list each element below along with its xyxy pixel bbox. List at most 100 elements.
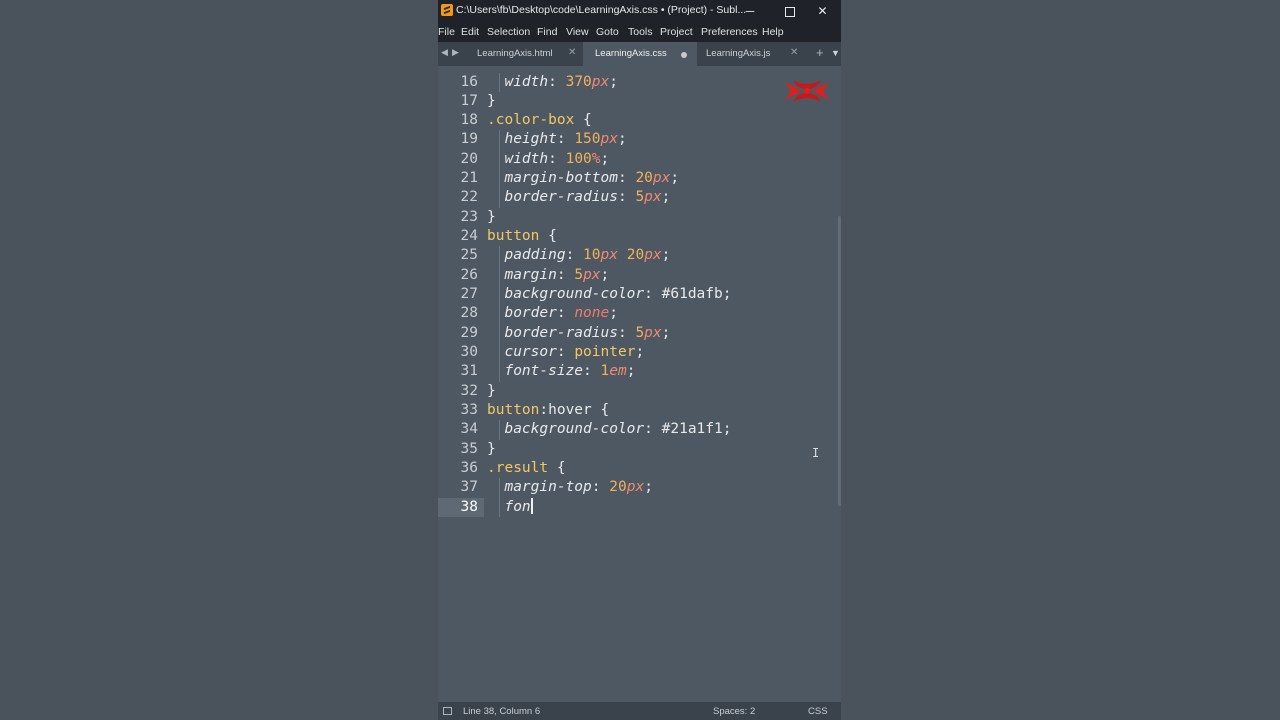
line-number: 33: [460, 401, 478, 418]
tab-next-icon[interactable]: ▶: [452, 47, 459, 58]
title-bar[interactable]: C:\Users\fb\Desktop\code\LearningAxis.cs…: [438, 0, 841, 22]
code-token: {: [539, 228, 557, 245]
indent-guide: [499, 188, 500, 208]
panel-toggle-icon[interactable]: [443, 707, 452, 715]
code-line[interactable]: 23}: [438, 208, 841, 227]
code-token: .color-box: [487, 112, 575, 129]
code-token: height: [504, 131, 557, 148]
code-text: button:hover {: [487, 401, 609, 420]
code-token: button: [487, 401, 540, 418]
indent-guide: [499, 130, 500, 150]
indent-guide: [499, 265, 500, 285]
code-text: fon: [487, 497, 533, 517]
code-line[interactable]: 22 border-radius: 5px;: [438, 188, 841, 208]
menu-goto[interactable]: Goto: [596, 26, 619, 38]
code-token: ;: [661, 324, 671, 341]
code-token: 5: [574, 266, 584, 283]
code-line[interactable]: 16 width: 370px;: [438, 72, 841, 92]
tab-dropdown-icon[interactable]: ▼: [831, 48, 840, 58]
code-token: px: [626, 479, 645, 496]
code-line[interactable]: 20 width: 100%;: [438, 149, 841, 170]
code-token: }: [487, 92, 496, 109]
code-line[interactable]: 28 border: none;: [438, 304, 841, 324]
tab-label: LearningAxis.js: [706, 48, 771, 59]
minimize-button[interactable]: ─: [730, 0, 770, 22]
close-button[interactable]: ✕: [804, 0, 841, 22]
code-text: .result {: [487, 459, 566, 478]
menu-tools[interactable]: Tools: [628, 26, 653, 38]
tab-learningaxis-html[interactable]: LearningAxis.html ✕: [464, 42, 582, 66]
code-line[interactable]: 25 padding: 10px 20px;: [438, 246, 841, 266]
menu-help[interactable]: Help: [762, 26, 784, 38]
code-text: background-color: #21a1f1;: [487, 420, 731, 439]
code-line[interactable]: 27 background-color: #61dafb;: [438, 285, 841, 305]
tab-close-icon[interactable]: ✕: [568, 47, 576, 58]
code-line[interactable]: 35}: [438, 440, 841, 459]
code-line[interactable]: 29 border-radius: 5px;: [438, 323, 841, 343]
line-number: 20: [460, 150, 478, 167]
code-token: :: [644, 286, 662, 303]
code-token: px: [644, 324, 662, 341]
tab-prev-icon[interactable]: ◀: [441, 47, 448, 58]
syntax-selector[interactable]: CSS: [808, 706, 828, 717]
code-token: cursor: [504, 343, 557, 360]
menu-view[interactable]: View: [566, 26, 589, 38]
menu-file[interactable]: File: [438, 26, 455, 38]
menu-find[interactable]: Find: [537, 26, 557, 38]
code-token: px: [600, 131, 618, 148]
line-number: 30: [460, 343, 478, 360]
code-token: }: [487, 208, 496, 225]
code-editor[interactable]: I 16 width: 370px; 17} 18 .color-box {19 he…: [438, 66, 841, 702]
line-number: 26: [460, 266, 478, 283]
code-line[interactable]: 24 button {: [438, 227, 841, 246]
code-token: margin-top: [504, 479, 592, 496]
code-line[interactable]: 18 .color-box {: [438, 111, 841, 130]
sublime-app-icon: [441, 4, 453, 16]
code-token: 20: [609, 479, 627, 496]
indent-guide: [499, 72, 500, 92]
code-line[interactable]: 31 font-size: 1em;: [438, 362, 841, 382]
menu-project[interactable]: Project: [660, 26, 693, 38]
tab-close-icon[interactable]: ✕: [790, 47, 798, 58]
indent-guide: [499, 342, 500, 363]
code-line[interactable]: 30 cursor: pointer;: [438, 342, 841, 363]
tab-label: LearningAxis.css: [595, 48, 667, 59]
code-token: padding: [504, 247, 566, 264]
code-token: width: [504, 73, 549, 90]
code-text: width: 100%;: [487, 150, 609, 169]
indent-guide: [499, 497, 500, 517]
code-line[interactable]: 26 margin: 5px;: [438, 265, 841, 285]
menu-preferences[interactable]: Preferences: [701, 26, 758, 38]
code-token: ;: [609, 305, 618, 322]
code-token: :: [556, 343, 575, 360]
code-token: :: [591, 479, 610, 496]
code-line[interactable]: 37 margin-top: 20px;: [438, 478, 841, 498]
menu-edit[interactable]: Edit: [461, 26, 479, 38]
menu-selection[interactable]: Selection: [487, 26, 530, 38]
tab-bar: ◀ ▶ LearningAxis.html ✕ LearningAxis.css…: [438, 42, 841, 66]
code-line[interactable]: 34 background-color: #21a1f1;: [438, 420, 841, 440]
code-text: margin-top: 20px;: [487, 478, 652, 497]
indentation-setting[interactable]: Spaces: 2: [713, 706, 755, 717]
line-number: 21: [460, 170, 478, 187]
code-token: margin: [504, 266, 557, 283]
new-tab-plus-icon[interactable]: +: [816, 45, 824, 60]
unsaved-dot-icon[interactable]: [681, 52, 687, 58]
tab-learningaxis-js[interactable]: LearningAxis.js ✕: [698, 42, 808, 66]
cursor-position[interactable]: Line 38, Column 6: [463, 706, 540, 717]
code-line[interactable]: 38 fon: [438, 497, 841, 517]
code-token: border-radius: [504, 189, 618, 206]
code-line[interactable]: 33 button:hover {: [438, 401, 841, 420]
code-line[interactable]: 17}: [438, 92, 841, 111]
line-number: 23: [460, 208, 478, 225]
tab-learningaxis-css[interactable]: LearningAxis.css: [583, 42, 697, 66]
code-line[interactable]: 21 margin-bottom: 20px;: [438, 169, 841, 189]
code-token: 20: [635, 170, 653, 187]
code-line[interactable]: 36 .result {: [438, 459, 841, 478]
code-line[interactable]: 32}: [438, 382, 841, 401]
code-line[interactable]: 19 height: 150px;: [438, 130, 841, 150]
code-token: margin-bottom: [504, 170, 618, 187]
